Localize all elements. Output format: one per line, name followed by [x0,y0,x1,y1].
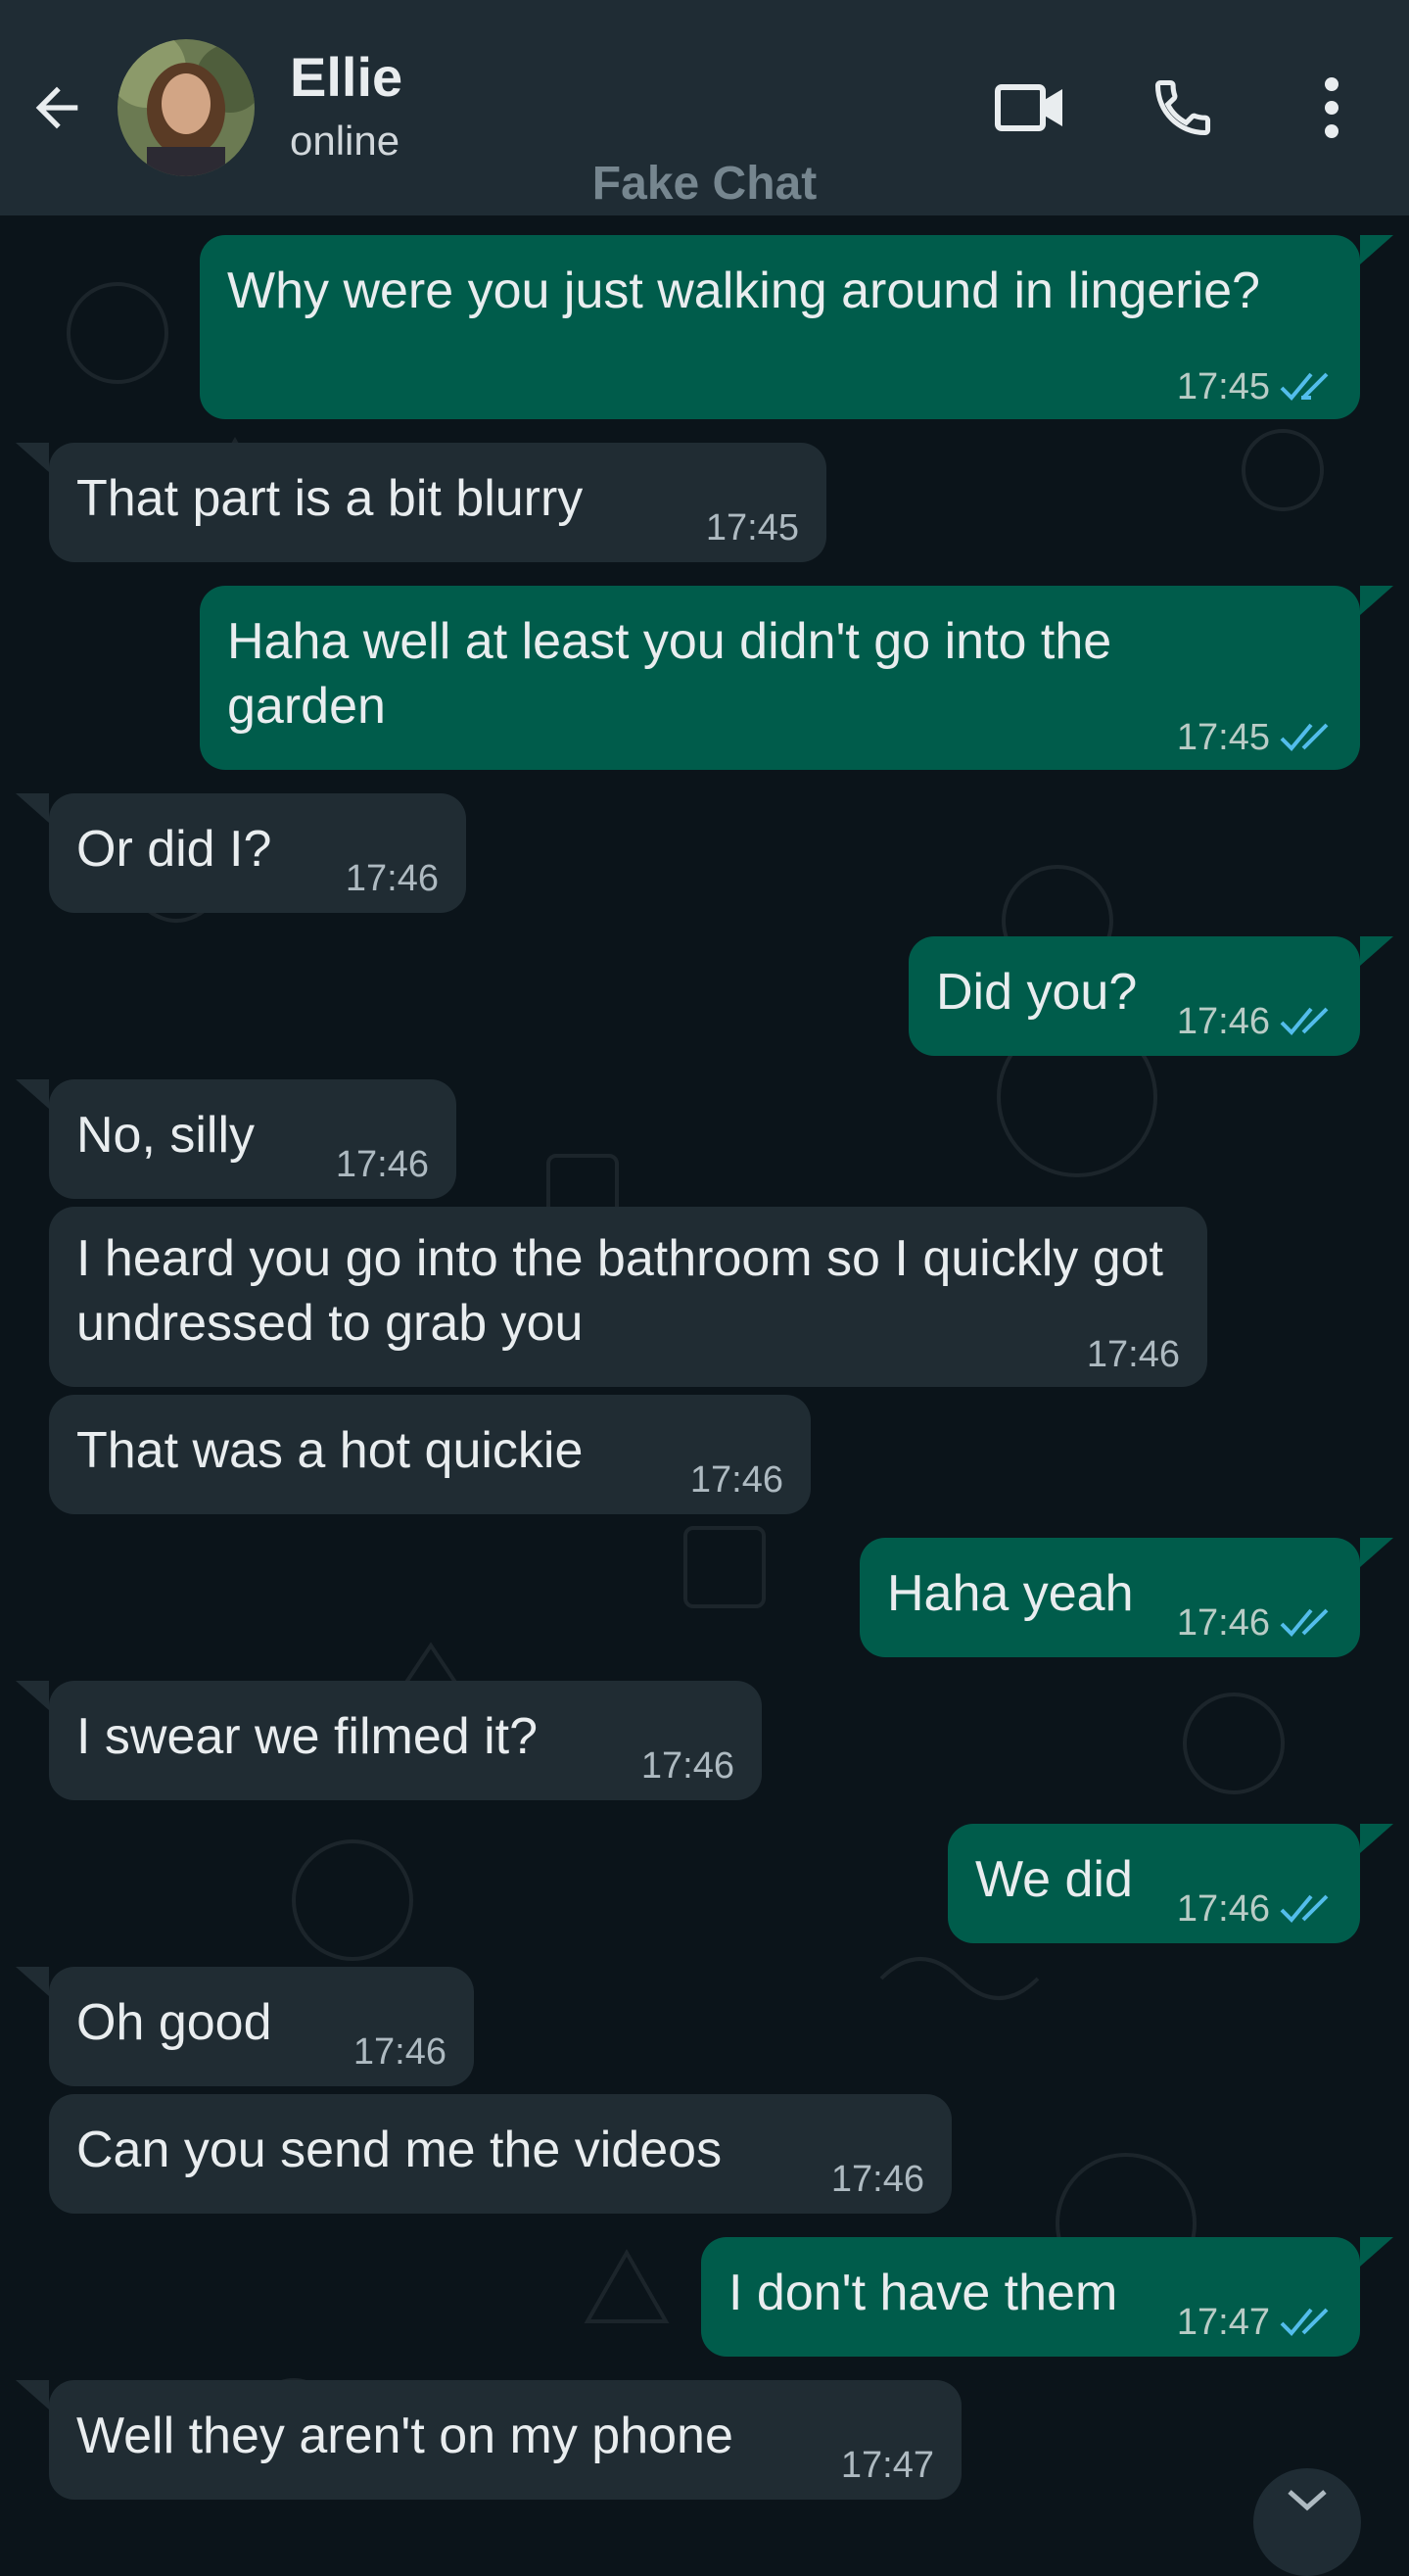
bubble-tail [1360,1824,1393,1853]
bubble-tail [16,1079,49,1109]
message-text: Haha well at least you didn't go into th… [227,613,1112,735]
message-text: That was a hot quickie [76,1422,584,1479]
message-bubble-incoming[interactable]: I heard you go into the bathroom so I qu… [49,1207,1207,1387]
message-text: Why were you just walking around in ling… [227,262,1260,319]
message-text: Did you? [936,964,1138,1021]
message-text: We did [975,1851,1133,1908]
read-ticks-icon [1280,372,1329,401]
message-bubble-incoming[interactable]: Can you send me the videos 17:46 [49,2094,952,2214]
message-bubble-incoming[interactable]: No, silly 17:46 [49,1079,456,1199]
message-bubble-outgoing[interactable]: Haha well at least you didn't go into th… [200,586,1360,770]
bubble-tail [16,2380,49,2409]
message-time: 17:45 [1176,366,1270,407]
message-bubble-incoming[interactable]: Or did I? 17:46 [49,793,466,913]
message-time: 17:46 [640,1745,734,1787]
contact-name[interactable]: Ellie [290,45,402,109]
bubble-tail [1360,1538,1393,1567]
bubble-tail [1360,2237,1393,2266]
message-time: 17:47 [840,2445,934,2486]
message-time: 17:47 [1176,2302,1270,2343]
message-text: I swear we filmed it? [76,1708,539,1765]
message-time: 17:46 [1176,1602,1270,1644]
chevron-down-icon [1288,2490,1327,2511]
chat-header: Ellie online Fake Chat [0,0,1409,215]
bubble-tail [1360,586,1393,615]
fake-chat-watermark: Fake Chat [591,158,818,210]
message-bubble-incoming[interactable]: That was a hot quickie 17:46 [49,1395,811,1514]
message-bubble-incoming[interactable]: Oh good 17:46 [49,1967,474,2086]
message-bubble-outgoing[interactable]: I don't have them 17:47 [701,2237,1360,2357]
message-text: No, silly [76,1107,256,1164]
back-arrow-icon[interactable] [22,72,92,143]
message-bubble-outgoing[interactable]: Haha yeah 17:46 [860,1538,1360,1657]
message-time: 17:46 [352,2031,446,2073]
message-text: Or did I? [76,821,272,878]
message-time: 17:46 [830,2159,924,2200]
message-time: 17:46 [1176,1888,1270,1930]
message-time: 17:46 [335,1144,429,1185]
message-bubble-outgoing[interactable]: Did you? 17:46 [909,936,1360,1056]
message-time: 17:45 [705,507,799,549]
message-text: I don't have them [728,2265,1118,2321]
message-text: Can you send me the videos [76,2122,723,2178]
read-ticks-icon [1280,1608,1329,1637]
more-vert-icon[interactable] [1292,69,1371,147]
read-ticks-icon [1280,723,1329,751]
contact-avatar[interactable] [117,39,255,176]
message-text: Oh good [76,1994,272,2051]
message-bubble-incoming[interactable]: I swear we filmed it? 17:46 [49,1681,762,1800]
read-ticks-icon [1280,1007,1329,1035]
bubble-tail [1360,936,1393,966]
message-text: Well they aren't on my phone [76,2408,733,2464]
message-bubble-outgoing[interactable]: Why were you just walking around in ling… [200,235,1360,419]
message-text: I heard you go into the bathroom so I qu… [76,1230,1164,1352]
message-time: 17:46 [1086,1334,1180,1375]
bubble-tail [16,1967,49,1996]
video-call-icon[interactable] [991,69,1069,147]
message-time: 17:46 [1176,1001,1270,1042]
message-text: Haha yeah [887,1565,1134,1622]
bubble-tail [16,1681,49,1710]
read-ticks-icon [1280,2308,1329,2336]
bubble-tail [16,443,49,472]
read-ticks-icon [1280,1894,1329,1923]
message-time: 17:46 [345,858,439,899]
message-bubble-outgoing[interactable]: We did 17:46 [948,1824,1360,1943]
message-text: That part is a bit blurry [76,470,584,527]
message-time: 17:46 [689,1459,783,1501]
bubble-tail [1360,235,1393,264]
phone-icon[interactable] [1144,69,1222,147]
scroll-to-bottom-button[interactable] [1253,2468,1361,2576]
message-bubble-incoming[interactable]: Well they aren't on my phone 17:47 [49,2380,962,2500]
message-time: 17:45 [1176,717,1270,758]
bubble-tail [16,793,49,823]
message-bubble-incoming[interactable]: That part is a bit blurry 17:45 [49,443,826,562]
